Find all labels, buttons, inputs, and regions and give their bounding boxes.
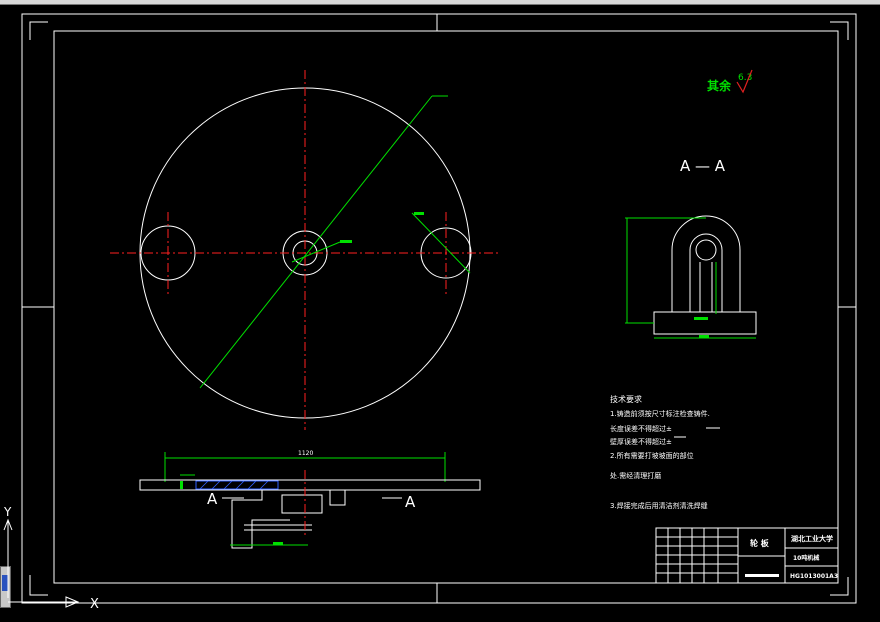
tech-line-3: 壁厚误差不得超过± [610,437,672,446]
ucs-x-label: X [90,597,99,612]
section-title: A — A [680,157,726,175]
title-block-grid [656,528,738,583]
bracket-hole[interactable] [695,239,717,261]
drawing-number: HG1013001A3 [790,573,838,580]
drawing-frame [21,13,857,604]
roughness-label: 其余 [707,78,732,93]
right-hole-leader [411,212,471,274]
cad-drawing-canvas[interactable]: 其余 6.3 A — A 技术要求 1.铸造前须按尺寸标注检查铸件. 长度误差不… [0,0,880,622]
bracket-inner[interactable] [689,233,723,312]
tech-line-5: 处.需经清理打磨 [610,471,661,480]
tech-line-1: 1.铸造前须按尺寸标注检查铸件. [610,409,710,418]
bracket-outer[interactable] [671,215,741,312]
section-mark-left: A [207,490,218,508]
section-mark-right: A [405,493,416,511]
plate-section[interactable] [139,479,481,491]
hub-dimension-label [273,542,283,545]
base-weld-label [694,317,708,320]
corner-mark-tl [29,21,48,40]
base-width-label [699,335,709,338]
center-hole-label [340,240,352,243]
title-block[interactable]: 轮 板 湖北工业大学 10吨机械 HG1013001A3 [655,527,839,584]
ucs-icon: Y X [3,505,99,612]
diameter-leader [199,95,433,389]
school-name: 湖北工业大学 [791,534,833,543]
thickness-label [180,481,183,489]
hub-body[interactable] [281,494,323,514]
elevation-view[interactable]: 1120 A A [139,450,481,549]
center-hole-leader [291,241,341,263]
tech-title: 技术要求 [610,394,642,404]
bracket-base[interactable] [653,311,757,335]
ucs-y-label: Y [3,505,12,519]
hatch-lines [199,480,269,490]
hub-profile-left[interactable] [231,490,290,549]
outer-border [21,13,857,604]
tech-line-4: 2.所有需要打坡坡面的部位 [610,451,694,460]
corner-mark-bl [29,575,48,596]
overall-dimension-label: 1120 [298,450,313,457]
project-name: 10吨机械 [793,554,819,562]
tech-requirements: 技术要求 1.铸造前须按尺寸标注检查铸件. 长度误差不得超过± 壁厚误差不得超过… [610,394,720,510]
tech-line-2: 长度误差不得超过± [610,424,672,433]
inner-border [53,30,839,584]
scale-bar [745,574,779,577]
section-view[interactable] [625,215,757,339]
roughness-symbol: 其余 6.3 [707,69,753,94]
right-hole-label [414,212,424,215]
tech-line-6: 3.焊接完成后用清洁剂清洗焊缝 [610,501,708,510]
hub-profile-right[interactable] [329,490,346,506]
part-name: 轮 板 [750,538,770,548]
plan-view[interactable] [110,70,500,430]
